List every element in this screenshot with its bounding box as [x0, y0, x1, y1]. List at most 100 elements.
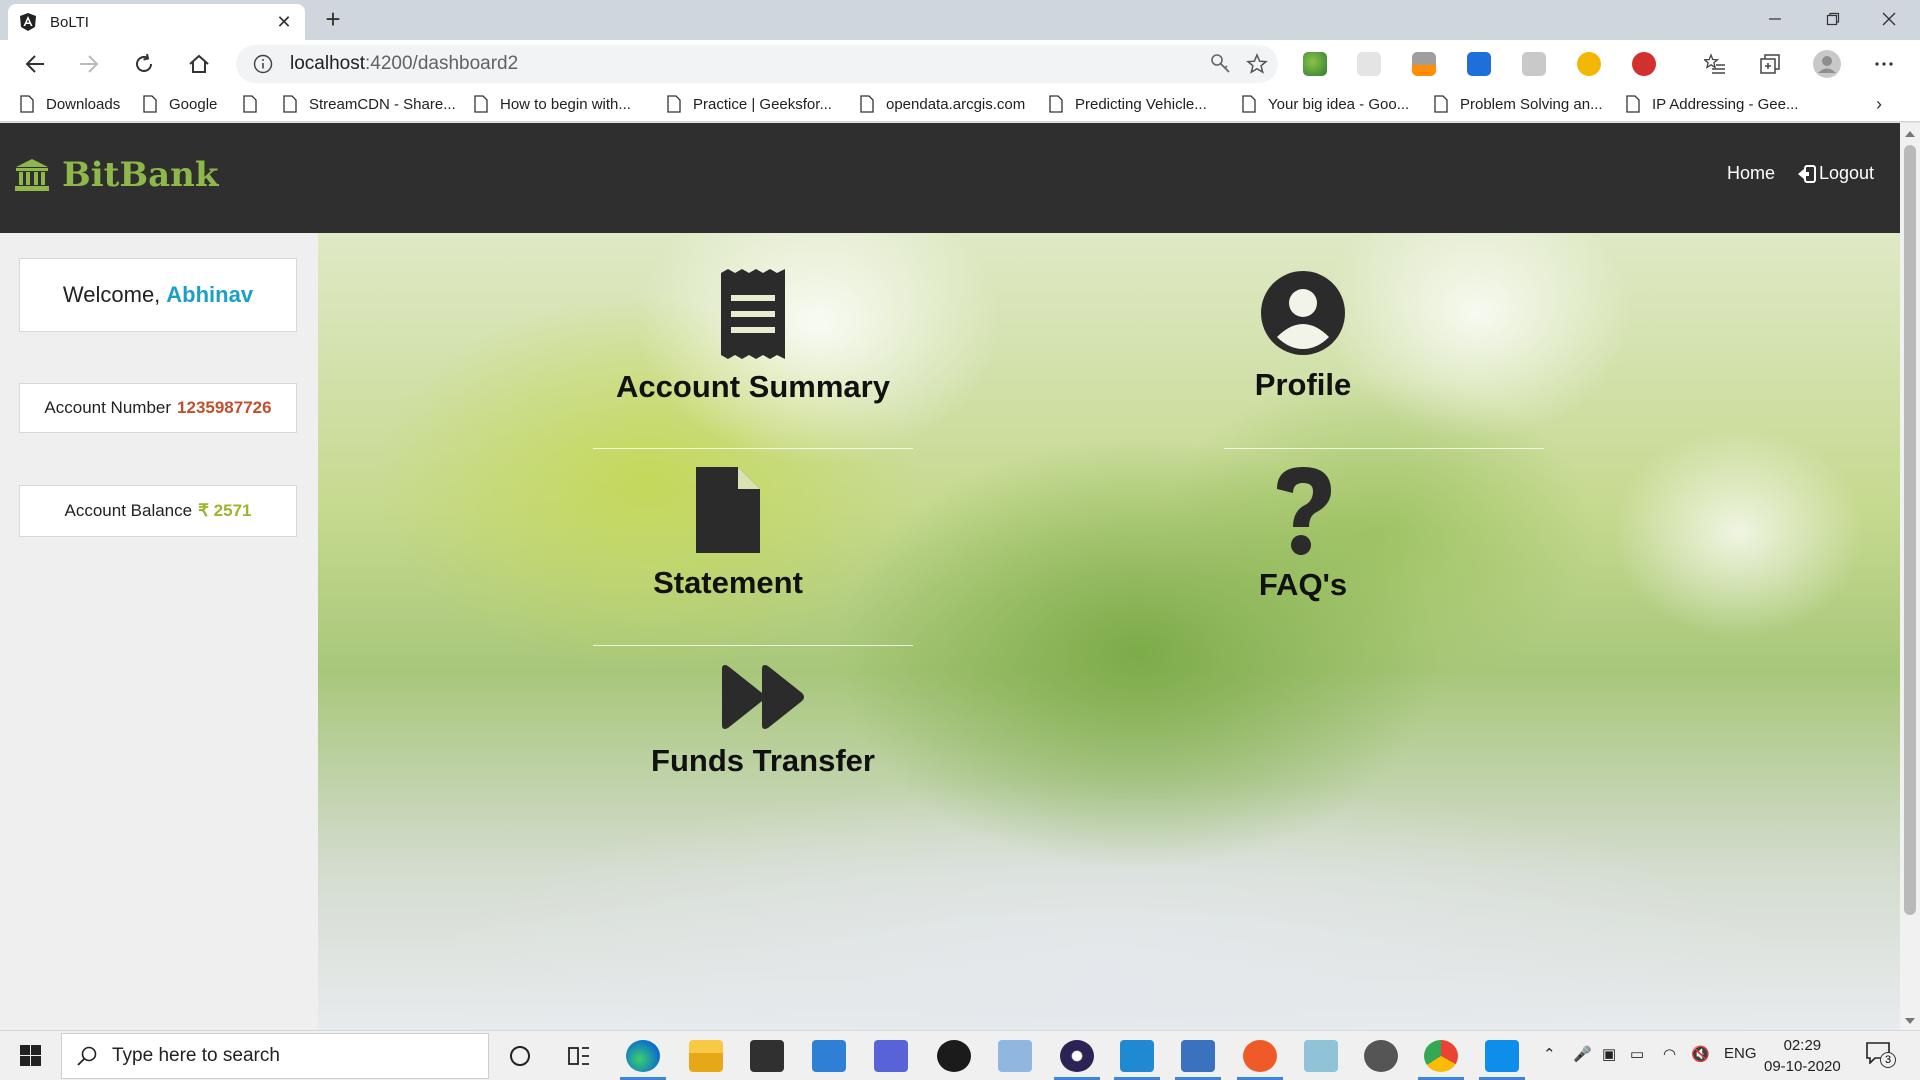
- collections-button[interactable]: [1752, 46, 1788, 82]
- bookmark-item[interactable]: Predicting Vehicle...: [1049, 95, 1207, 113]
- nav-logout-link[interactable]: Logout: [1797, 163, 1874, 184]
- minimize-button[interactable]: [1752, 4, 1798, 34]
- address-bar[interactable]: localhost:4200/dashboard2: [236, 45, 1278, 83]
- volume-muted-icon[interactable]: 🔇: [1691, 1045, 1710, 1063]
- bookmark-item[interactable]: StreamCDN - Share...: [283, 95, 456, 113]
- cortana-icon[interactable]: [503, 1040, 537, 1072]
- windows-start-icon[interactable]: [10, 1043, 50, 1069]
- mail-icon[interactable]: [812, 1040, 846, 1072]
- scroll-thumb[interactable]: [1904, 145, 1916, 915]
- dashboard-hero: Account Summary Profile Statement FAQ's …: [318, 233, 1900, 1030]
- battery-icon[interactable]: ▭: [1630, 1045, 1644, 1063]
- refresh-button[interactable]: [126, 46, 162, 82]
- user-circle-icon: [1261, 271, 1345, 355]
- statement-tile[interactable]: Statement: [608, 465, 848, 601]
- scroll-down-arrow-icon[interactable]: [1905, 1018, 1915, 1024]
- settings-more-button[interactable]: [1866, 46, 1902, 82]
- bookmark-item[interactable]: [243, 95, 269, 113]
- bank-icon: [15, 159, 49, 191]
- nav-home-link[interactable]: Home: [1727, 163, 1775, 184]
- home-button[interactable]: [181, 46, 217, 82]
- account-balance-card: Account Balance ₹ 2571: [19, 485, 297, 537]
- account-number-value: 1235987726: [177, 398, 272, 417]
- avatar-icon: [1813, 50, 1841, 78]
- scroll-up-arrow-icon[interactable]: [1905, 131, 1915, 137]
- tab-title: BoLTI: [50, 13, 89, 31]
- taskbar-search-box[interactable]: Type here to search: [61, 1033, 489, 1079]
- extension-adblock-icon[interactable]: [1632, 52, 1656, 76]
- teamviewer-icon[interactable]: [1485, 1040, 1519, 1072]
- azure-data-studio-icon[interactable]: [874, 1040, 908, 1072]
- browser-tab-strip: BoLTI ✕ +: [0, 0, 1920, 40]
- eclipse-icon[interactable]: [1060, 1040, 1094, 1072]
- vscode-icon[interactable]: [1120, 1040, 1154, 1072]
- bookmark-label: Problem Solving an...: [1460, 95, 1603, 113]
- welcome-card: Welcome, Abhinav: [19, 258, 297, 332]
- favorites-button[interactable]: [1697, 46, 1733, 82]
- file-icon: [696, 467, 760, 553]
- favorite-star-icon[interactable]: [1246, 53, 1268, 75]
- page-scrollbar[interactable]: [1900, 123, 1920, 1030]
- store-icon[interactable]: [750, 1040, 784, 1072]
- bookmark-label: Google: [169, 95, 218, 113]
- microphone-icon[interactable]: 🎤: [1573, 1045, 1592, 1063]
- extension-k-icon[interactable]: [1522, 52, 1546, 76]
- faq-tile[interactable]: FAQ's: [1203, 465, 1403, 603]
- tile-label: Funds Transfer: [651, 743, 875, 778]
- notification-center-icon[interactable]: 3: [1866, 1042, 1898, 1070]
- extension-download-icon[interactable]: [1577, 52, 1601, 76]
- brand-name: BitBank: [62, 155, 219, 195]
- account-summary-tile[interactable]: Account Summary: [597, 269, 909, 405]
- page-icon: [143, 95, 157, 113]
- home-icon: [189, 54, 209, 73]
- extension-vpn-icon[interactable]: [1467, 52, 1491, 76]
- language-indicator[interactable]: ENG: [1724, 1045, 1757, 1062]
- forward-button[interactable]: [71, 46, 107, 82]
- remote-app-icon[interactable]: [1304, 1040, 1338, 1072]
- divider: [593, 645, 913, 646]
- extension-globe-icon[interactable]: [1303, 52, 1327, 76]
- close-icon: [1882, 12, 1896, 26]
- bookmark-item[interactable]: opendata.arcgis.com: [860, 95, 1025, 113]
- divider: [593, 448, 913, 449]
- receipt-icon: [721, 269, 785, 359]
- profile-button[interactable]: [1809, 46, 1845, 82]
- bookmark-item[interactable]: Your big idea - Goo...: [1242, 95, 1409, 113]
- bookmark-item[interactable]: Google: [143, 95, 217, 113]
- bookmark-label: Your big idea - Goo...: [1268, 95, 1410, 113]
- xbox-icon[interactable]: [937, 1040, 971, 1072]
- profile-tile[interactable]: Profile: [1203, 269, 1403, 403]
- tray-overflow-chevron-icon[interactable]: ⌃: [1543, 1045, 1556, 1063]
- settings-gear-icon[interactable]: [1364, 1040, 1398, 1072]
- extension-off-icon[interactable]: [1412, 52, 1436, 76]
- file-explorer-icon[interactable]: [689, 1040, 723, 1072]
- browser-tab[interactable]: BoLTI ✕: [8, 4, 305, 40]
- close-tab-icon[interactable]: ✕: [273, 12, 295, 33]
- bookmark-item[interactable]: IP Addressing - Gee...: [1626, 95, 1798, 113]
- task-view-icon[interactable]: [562, 1040, 596, 1072]
- postman-icon[interactable]: [1243, 1040, 1277, 1072]
- funds-transfer-tile[interactable]: Funds Transfer: [618, 661, 908, 779]
- close-window-button[interactable]: [1866, 4, 1912, 34]
- key-icon[interactable]: [1210, 53, 1232, 75]
- taskbar-clock[interactable]: 02:29 09-10-2020: [1764, 1035, 1841, 1077]
- bookmark-item[interactable]: How to begin with...: [474, 95, 631, 113]
- edge-browser-icon[interactable]: [626, 1040, 660, 1072]
- new-tab-button[interactable]: +: [318, 6, 348, 34]
- url-host: localhost: [290, 53, 365, 74]
- chrome-icon[interactable]: [1424, 1040, 1458, 1072]
- tray-app-icon[interactable]: ▣: [1602, 1045, 1616, 1063]
- bookmarks-overflow-chevron-icon[interactable]: ›: [1876, 94, 1882, 115]
- computer-icon[interactable]: [998, 1040, 1032, 1072]
- brand-logo[interactable]: BitBank: [14, 155, 218, 195]
- back-button[interactable]: [17, 46, 53, 82]
- wifi-icon[interactable]: ◠: [1663, 1045, 1676, 1063]
- info-icon[interactable]: [252, 53, 274, 75]
- url-path: :4200/dashboard2: [365, 53, 519, 74]
- restore-button[interactable]: [1810, 4, 1856, 34]
- bookmark-item[interactable]: Downloads: [20, 95, 120, 113]
- bookmark-item[interactable]: Problem Solving an...: [1434, 95, 1603, 113]
- bookmark-item[interactable]: Practice | Geeksfor...: [667, 95, 832, 113]
- extension-link-icon[interactable]: [1357, 52, 1381, 76]
- app-window-icon[interactable]: [1181, 1040, 1215, 1072]
